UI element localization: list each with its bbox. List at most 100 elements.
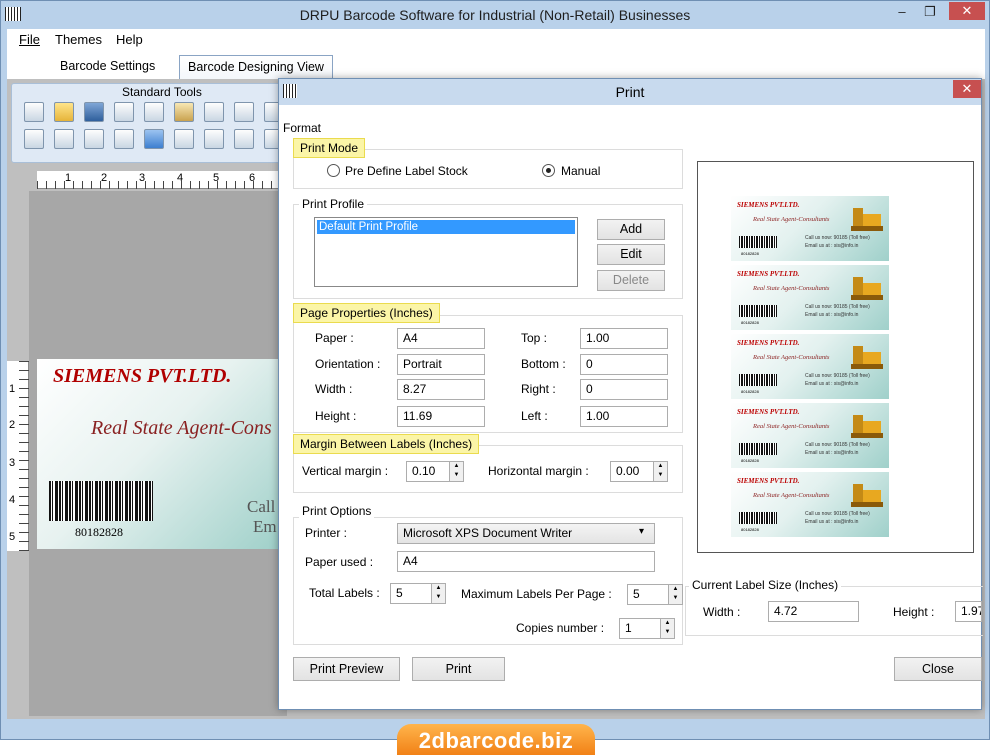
print-preview-area: SIEMENS PVT.LTD. Real State Agent-Consul… xyxy=(697,161,974,553)
copy-icon[interactable] xyxy=(144,102,164,122)
dialog-close-button[interactable]: ✕ xyxy=(953,80,981,98)
export-icon[interactable] xyxy=(204,129,224,149)
top-field[interactable]: 1.00 xyxy=(580,328,668,349)
horizontal-margin-spinner[interactable]: ▲ ▼ xyxy=(653,461,668,482)
preview-contact-2: Email us at : sis@info.in xyxy=(805,243,859,249)
height-label: Height : xyxy=(315,409,357,423)
paper-used-field[interactable]: A4 xyxy=(397,551,655,572)
paper-used-label: Paper used : xyxy=(305,555,374,569)
tab-barcode-designing-view[interactable]: Barcode Designing View xyxy=(179,55,333,79)
preview-company: SIEMENS PVT.LTD. xyxy=(737,270,800,278)
database-icon[interactable] xyxy=(174,129,194,149)
maximize-button[interactable]: ❐ xyxy=(915,2,945,22)
label-barcode-number: 80182828 xyxy=(75,525,123,539)
profile-list-item[interactable]: Default Print Profile xyxy=(317,220,575,234)
close-dialog-button[interactable]: Close xyxy=(894,657,982,681)
minimize-button[interactable]: – xyxy=(887,2,917,22)
ruler-ticks xyxy=(19,361,29,551)
grid-icon[interactable] xyxy=(144,129,164,149)
tab-barcode-settings[interactable]: Barcode Settings xyxy=(52,55,163,79)
standard-tools-panel: Standard Tools xyxy=(11,83,301,163)
open-icon[interactable] xyxy=(54,102,74,122)
horizontal-margin-label: Horizontal margin : xyxy=(488,464,589,478)
max-per-page-spinner[interactable]: ▲ ▼ xyxy=(668,584,683,605)
format-label: Format xyxy=(283,121,322,135)
unlock-icon[interactable] xyxy=(114,129,134,149)
profile-list[interactable]: Default Print Profile xyxy=(314,217,578,287)
print-preview-button[interactable]: Print Preview xyxy=(293,657,400,681)
profile-delete-button[interactable]: Delete xyxy=(597,270,665,291)
preview-contact-1: Call us now: 90185 (Toll free) xyxy=(805,373,870,379)
horizontal-margin-field[interactable]: 0.00 xyxy=(610,461,654,482)
menu-themes[interactable]: Themes xyxy=(55,32,102,47)
copies-field[interactable]: 1 xyxy=(619,618,661,639)
barcode-label[interactable]: SIEMENS PVT.LTD. Real State Agent-Cons 8… xyxy=(37,359,287,549)
preview-contact: Call us now: 90185 (Toll free) Email us a… xyxy=(805,510,870,526)
max-per-page-label: Maximum Labels Per Page : xyxy=(461,587,612,601)
vertical-margin-field[interactable]: 0.10 xyxy=(406,461,450,482)
close-button[interactable]: ✕ xyxy=(949,2,985,20)
radio-manual-dot xyxy=(546,168,551,173)
preview-label: SIEMENS PVT.LTD. Real State Agent-Consul… xyxy=(731,196,889,261)
paste-icon[interactable] xyxy=(174,102,194,122)
paper-field[interactable]: A4 xyxy=(397,328,485,349)
total-labels-field[interactable]: 5 xyxy=(390,583,432,604)
left-field[interactable]: 1.00 xyxy=(580,406,668,427)
send-back-icon[interactable] xyxy=(24,129,44,149)
window-title: DRPU Barcode Software for Industrial (No… xyxy=(1,1,989,29)
printer-select[interactable]: Microsoft XPS Document Writer xyxy=(397,523,655,544)
max-per-page-field[interactable]: 5 xyxy=(627,584,669,605)
width-field[interactable]: 8.27 xyxy=(397,379,485,400)
ruler-tick: 5 xyxy=(9,531,16,543)
print-mode-legend: Print Mode xyxy=(293,138,366,158)
bottom-label: Bottom : xyxy=(521,357,566,371)
preview-contact-2: Email us at : sis@info.in xyxy=(805,381,859,387)
profile-add-button[interactable]: Add xyxy=(597,219,665,240)
preview-contact-1: Call us now: 90185 (Toll free) xyxy=(805,235,870,241)
radio-manual[interactable] xyxy=(542,164,555,177)
print-profile-legend: Print Profile xyxy=(299,197,368,211)
chevron-down-icon[interactable]: ▾ xyxy=(639,526,644,537)
bottom-field[interactable]: 0 xyxy=(580,354,668,375)
preview-subtitle: Real State Agent-Consultants xyxy=(753,216,830,223)
preview-contact-2: Email us at : sis@info.in xyxy=(805,312,859,318)
save-icon[interactable] xyxy=(84,102,104,122)
tab-strip: Barcode Settings Barcode Designing View xyxy=(7,51,985,79)
current-height-field[interactable]: 1.97 xyxy=(955,601,982,622)
vertical-margin-spinner[interactable]: ▲ ▼ xyxy=(449,461,464,482)
height-field[interactable]: 11.69 xyxy=(397,406,485,427)
current-width-label: Width : xyxy=(703,605,741,619)
menu-file[interactable]: File xyxy=(19,32,40,47)
right-field[interactable]: 0 xyxy=(580,379,668,400)
margin-legend: Margin Between Labels (Inches) xyxy=(293,434,480,454)
preview-company: SIEMENS PVT.LTD. xyxy=(737,201,800,209)
current-size-legend: Current Label Size (Inches) xyxy=(689,578,842,592)
print-button[interactable]: Print xyxy=(412,657,505,681)
save-as-icon[interactable] xyxy=(114,102,134,122)
preview-barcode xyxy=(739,374,777,386)
ruler-tick: 2 xyxy=(9,419,16,431)
menu-help[interactable]: Help xyxy=(116,32,143,47)
cut-icon[interactable] xyxy=(204,102,224,122)
ruler-left: 1 2 3 4 5 xyxy=(7,361,29,551)
total-labels-label: Total Labels : xyxy=(309,586,380,600)
app-barcode-icon xyxy=(5,7,21,21)
orientation-label: Orientation : xyxy=(315,357,381,371)
ruler-top: 1 2 3 4 5 6 xyxy=(37,171,287,189)
profile-edit-button[interactable]: Edit xyxy=(597,244,665,265)
total-labels-spinner[interactable]: ▲ ▼ xyxy=(431,583,446,604)
delete-icon[interactable] xyxy=(234,102,254,122)
current-width-field[interactable]: 4.72 xyxy=(768,601,859,622)
dialog-barcode-icon xyxy=(283,84,297,98)
dialog-title: Print xyxy=(279,79,981,105)
radio-manual-label[interactable]: Manual xyxy=(561,164,600,178)
copies-spinner[interactable]: ▲ ▼ xyxy=(660,618,675,639)
radio-predefine[interactable] xyxy=(327,164,340,177)
radio-predefine-label[interactable]: Pre Define Label Stock xyxy=(345,164,468,178)
orientation-field[interactable]: Portrait xyxy=(397,354,485,375)
new-icon[interactable] xyxy=(24,102,44,122)
bring-front-icon[interactable] xyxy=(54,129,74,149)
lock-icon[interactable] xyxy=(84,129,104,149)
print-icon[interactable] xyxy=(234,129,254,149)
ruler-tick: 3 xyxy=(9,457,16,469)
